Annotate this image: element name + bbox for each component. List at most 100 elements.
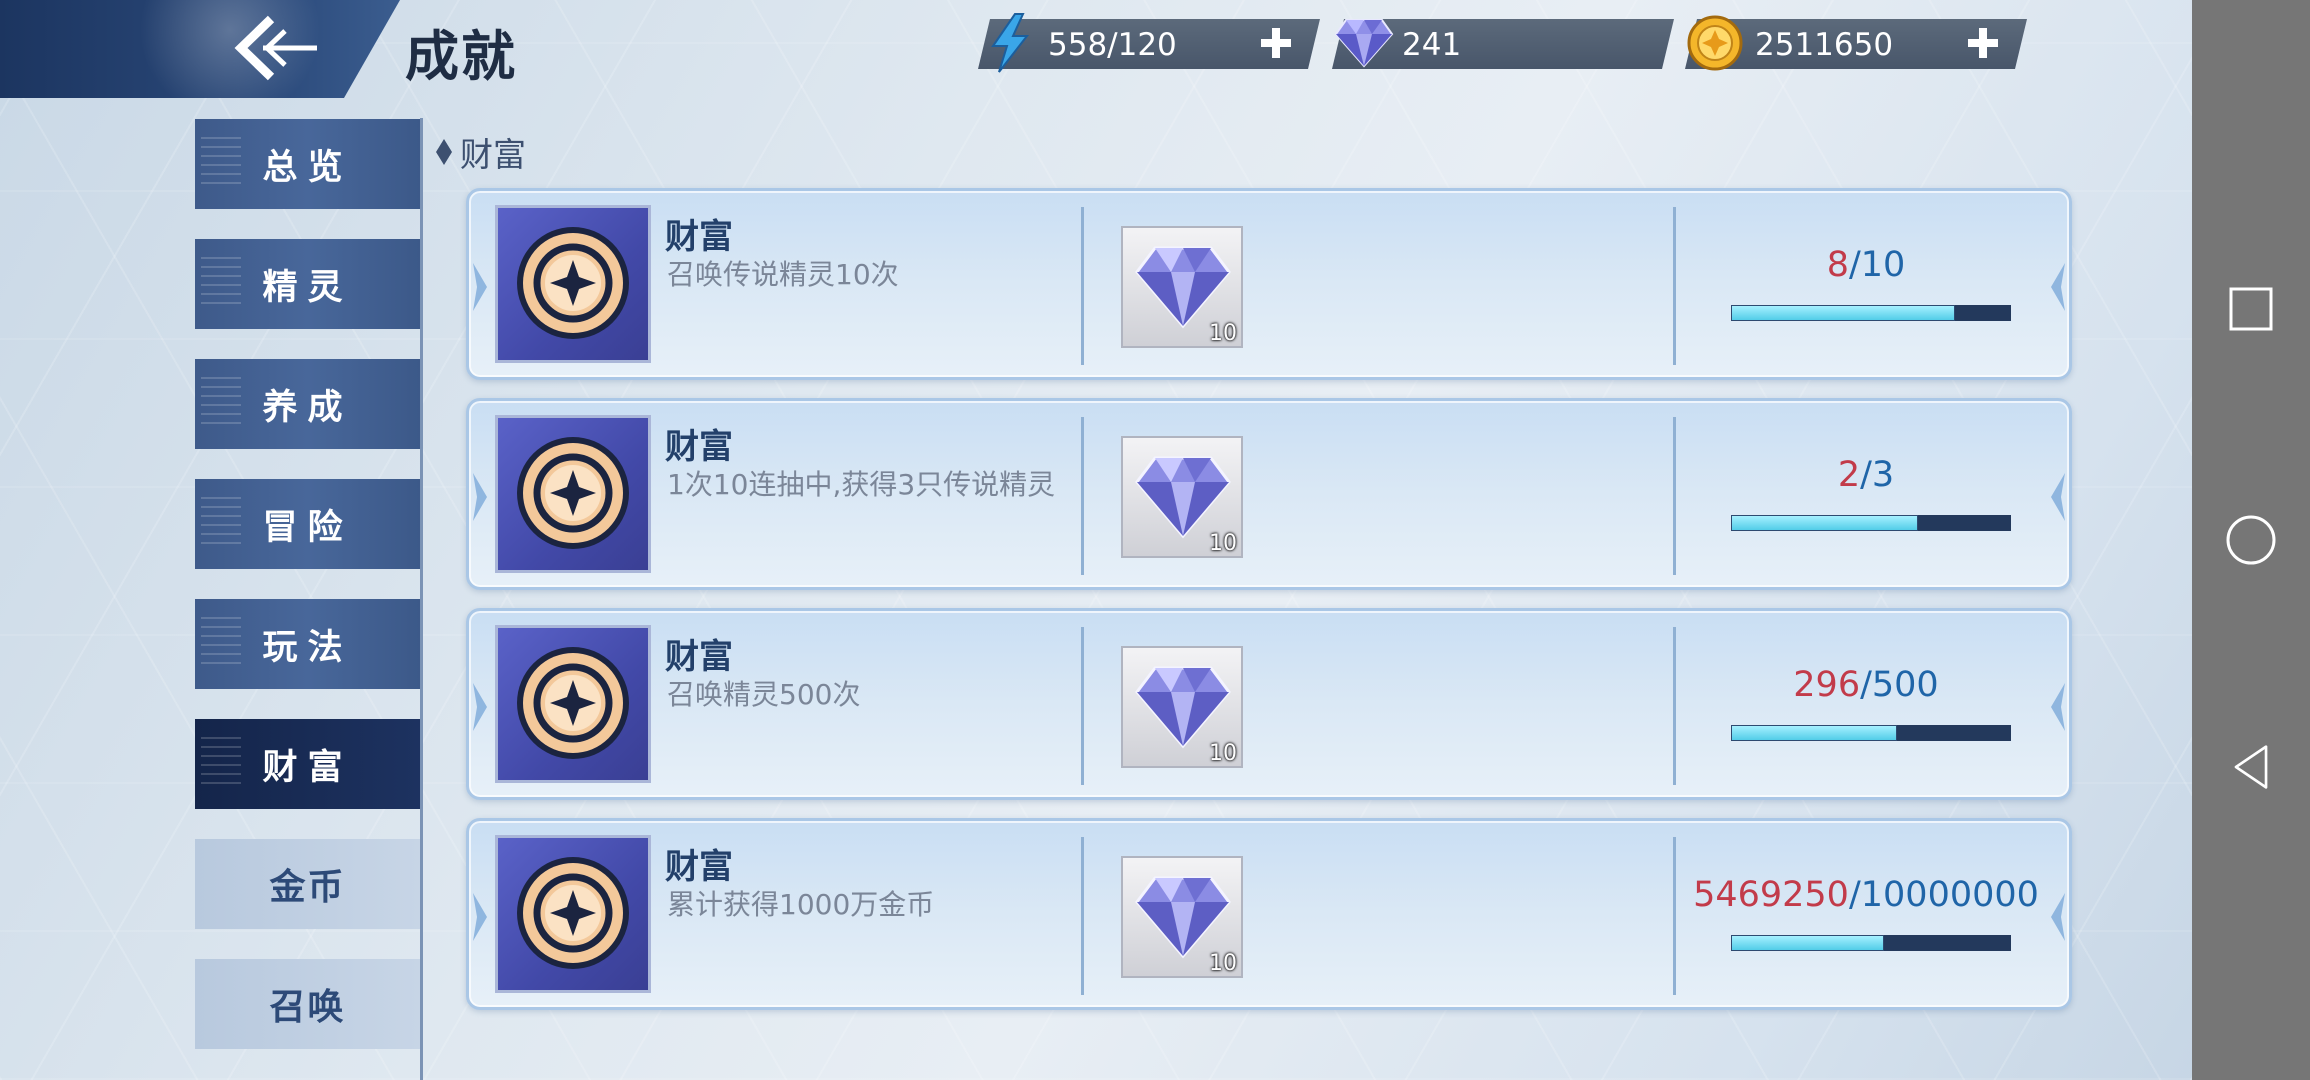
- progress-current: 8: [1826, 245, 1849, 285]
- card-divider: [1673, 837, 1676, 995]
- diamond-value: 241: [1402, 27, 1462, 63]
- progress-bar: [1731, 515, 2011, 531]
- sidebar-item-gameplay[interactable]: 玩法: [195, 599, 420, 689]
- sidebar-divider: [420, 118, 423, 1080]
- sidebar-subitem-gold[interactable]: 金币: [195, 839, 420, 929]
- diamond-bullet-icon: [436, 139, 452, 165]
- back-arrow-icon: [234, 15, 317, 81]
- achievement-card[interactable]: 财富 累计获得1000万金币 10 5469250/10000000: [466, 818, 2072, 1010]
- card-left-arrow-icon: [473, 263, 487, 311]
- sidebar-item-training[interactable]: 养成: [195, 359, 420, 449]
- reward-count: 10: [1209, 531, 1237, 556]
- diamond-reward-icon: [1135, 876, 1231, 959]
- home-icon[interactable]: [2225, 514, 2277, 566]
- diamond-reward-icon: [1135, 666, 1231, 749]
- progress-max: 500: [1871, 665, 1939, 705]
- card-left-arrow-icon: [473, 683, 487, 731]
- card-right-arrow-icon: [2051, 683, 2065, 731]
- achievement-badge: [495, 205, 651, 363]
- achievement-badge: [495, 835, 651, 993]
- progress-max: 10: [1860, 245, 1906, 285]
- reward-item[interactable]: 10: [1121, 646, 1243, 768]
- progress-text: 5469250/10000000: [1693, 875, 2039, 915]
- reward-item[interactable]: 10: [1121, 856, 1243, 978]
- recent-apps-icon[interactable]: [2228, 286, 2274, 332]
- sidebar-item-label: 总览: [262, 147, 353, 188]
- reward-count: 10: [1209, 951, 1237, 976]
- add-gold-button[interactable]: [1965, 25, 2001, 61]
- progress-max: 3: [1871, 455, 1895, 495]
- achievement-title: 财富: [665, 847, 733, 887]
- achievement-title: 财富: [665, 637, 733, 677]
- lightning-icon: [991, 13, 1030, 73]
- progress-fill: [1731, 935, 1885, 951]
- card-divider: [1081, 627, 1084, 785]
- sidebar-item-wealth[interactable]: 财富: [195, 719, 420, 809]
- progress-max: 10000000: [1860, 875, 2039, 915]
- system-nav-bar: [2192, 0, 2310, 1080]
- achievement-description: 累计获得1000万金币: [667, 888, 935, 921]
- compass-badge-icon: [517, 437, 629, 549]
- header-back-area: [0, 0, 400, 98]
- card-right-arrow-icon: [2051, 893, 2065, 941]
- progress-current: 2: [1837, 455, 1861, 495]
- card-right-arrow-icon: [2051, 473, 2065, 521]
- card-right-arrow-icon: [2051, 263, 2065, 311]
- achievement-card[interactable]: 财富 召唤精灵500次 10 296/500: [466, 608, 2072, 800]
- achievement-title: 财富: [665, 427, 733, 467]
- progress-current: 296: [1793, 665, 1861, 705]
- progress-bar: [1731, 935, 2011, 951]
- reward-count: 10: [1209, 321, 1237, 346]
- card-divider: [1673, 417, 1676, 575]
- reward-count: 10: [1209, 741, 1237, 766]
- card-divider: [1081, 417, 1084, 575]
- card-divider: [1081, 207, 1084, 365]
- sidebar-item-label: 冒险: [262, 507, 353, 548]
- progress-text: 2/3: [1837, 455, 1895, 495]
- reward-item[interactable]: 10: [1121, 226, 1243, 348]
- section-heading: 财富: [436, 128, 526, 176]
- sidebar-item-label: 财富: [262, 747, 353, 788]
- achievement-title: 财富: [665, 217, 733, 257]
- card-left-arrow-icon: [473, 473, 487, 521]
- diamond-reward-icon: [1135, 246, 1231, 329]
- sidebar-item-label: 养成: [262, 387, 353, 428]
- progress-current: 5469250: [1693, 875, 1849, 915]
- gold-coin-icon: [1687, 15, 1743, 71]
- achievement-badge: [495, 625, 651, 783]
- sidebar-subitem-summon[interactable]: 召唤: [195, 959, 420, 1049]
- diamond-icon: [1334, 19, 1394, 68]
- compass-badge-icon: [517, 647, 629, 759]
- sidebar-item-label: 玩法: [262, 627, 353, 668]
- progress-text: 296/500: [1793, 665, 1939, 705]
- achievement-description: 召唤传说精灵10次: [667, 258, 899, 291]
- sidebar-item-label: 召唤: [269, 987, 346, 1028]
- achievement-card[interactable]: 财富 1次10连抽中,获得3只传说精灵 10 2/3: [466, 398, 2072, 590]
- compass-badge-icon: [517, 227, 629, 339]
- sidebar-item-adventure[interactable]: 冒险: [195, 479, 420, 569]
- stamina-value: 558/120: [1048, 27, 1177, 63]
- sidebar-item-spirit[interactable]: 精灵: [195, 239, 420, 329]
- diamond-reward-icon: [1135, 456, 1231, 539]
- card-divider: [1673, 627, 1676, 785]
- progress-fill: [1731, 305, 1955, 321]
- section-heading-text: 财富: [460, 135, 526, 174]
- page-title: 成就: [405, 25, 517, 88]
- card-divider: [1081, 837, 1084, 995]
- card-left-arrow-icon: [473, 893, 487, 941]
- gold-value: 2511650: [1755, 27, 1894, 63]
- progress-bar: [1731, 725, 2011, 741]
- add-stamina-button[interactable]: [1258, 25, 1294, 61]
- achievement-description: 召唤精灵500次: [667, 678, 861, 711]
- sidebar-item-overview[interactable]: 总览: [195, 119, 420, 209]
- card-divider: [1673, 207, 1676, 365]
- achievement-description: 1次10连抽中,获得3只传说精灵: [667, 468, 1056, 501]
- back-button[interactable]: [228, 8, 328, 88]
- back-nav-icon[interactable]: [2228, 744, 2274, 790]
- reward-item[interactable]: 10: [1121, 436, 1243, 558]
- achievement-card[interactable]: 财富 召唤传说精灵10次 10 8/10: [466, 188, 2072, 380]
- achievement-badge: [495, 415, 651, 573]
- sidebar-item-label: 金币: [269, 867, 346, 908]
- sidebar-item-label: 精灵: [262, 267, 353, 308]
- progress-bar: [1731, 305, 2011, 321]
